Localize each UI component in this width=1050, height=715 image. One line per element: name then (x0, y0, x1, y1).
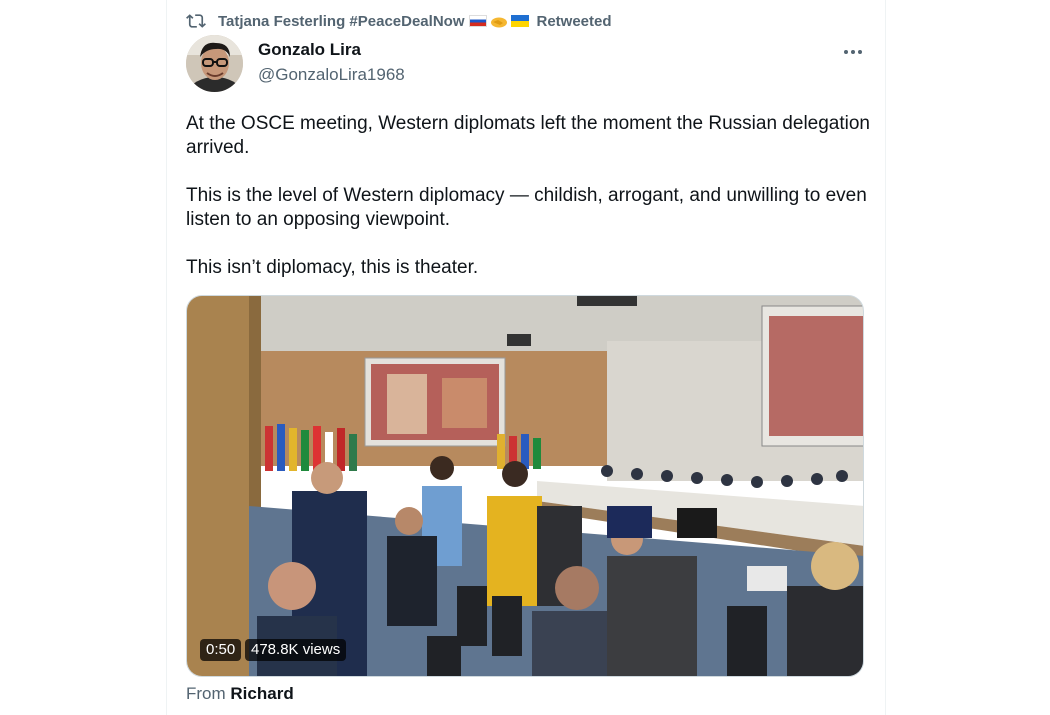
author-handle[interactable]: @GonzaloLira1968 (258, 65, 405, 85)
handshake-icon (490, 15, 508, 28)
retweeted-label: Retweeted (536, 12, 612, 30)
video-thumbnail (187, 296, 863, 676)
author-avatar[interactable] (186, 35, 243, 92)
source-prefix: From (186, 684, 226, 703)
flag-ukraine-icon (511, 15, 530, 27)
tweet-text: At the OSCE meeting, Western diplomats l… (186, 112, 876, 304)
flag-russia-icon (469, 15, 488, 27)
tweet-paragraph: This is the level of Western diplomacy —… (186, 185, 867, 230)
more-options-button[interactable] (838, 38, 868, 64)
video-player[interactable]: 0:50 478.8K views (186, 295, 864, 677)
video-duration-badge: 0:50 (200, 639, 242, 661)
tweet-paragraph: At the OSCE meeting, Western diplomats l… (186, 113, 870, 158)
retweet-context[interactable]: Tatjana Festerling #PeaceDealNow Retweet… (186, 10, 612, 32)
author-name[interactable]: Gonzalo Lira (258, 40, 361, 60)
source-name-link[interactable]: Richard (230, 684, 293, 703)
video-views-badge: 478.8K views (245, 639, 347, 661)
retweet-icon (186, 11, 206, 31)
more-horizontal-icon (843, 42, 863, 60)
tweet-paragraph: This isn’t diplomacy, this is theater. (186, 257, 479, 278)
retweeter-name[interactable]: Tatjana Festerling #PeaceDealNow (218, 13, 464, 30)
media-source-attribution: From Richard (186, 684, 294, 704)
